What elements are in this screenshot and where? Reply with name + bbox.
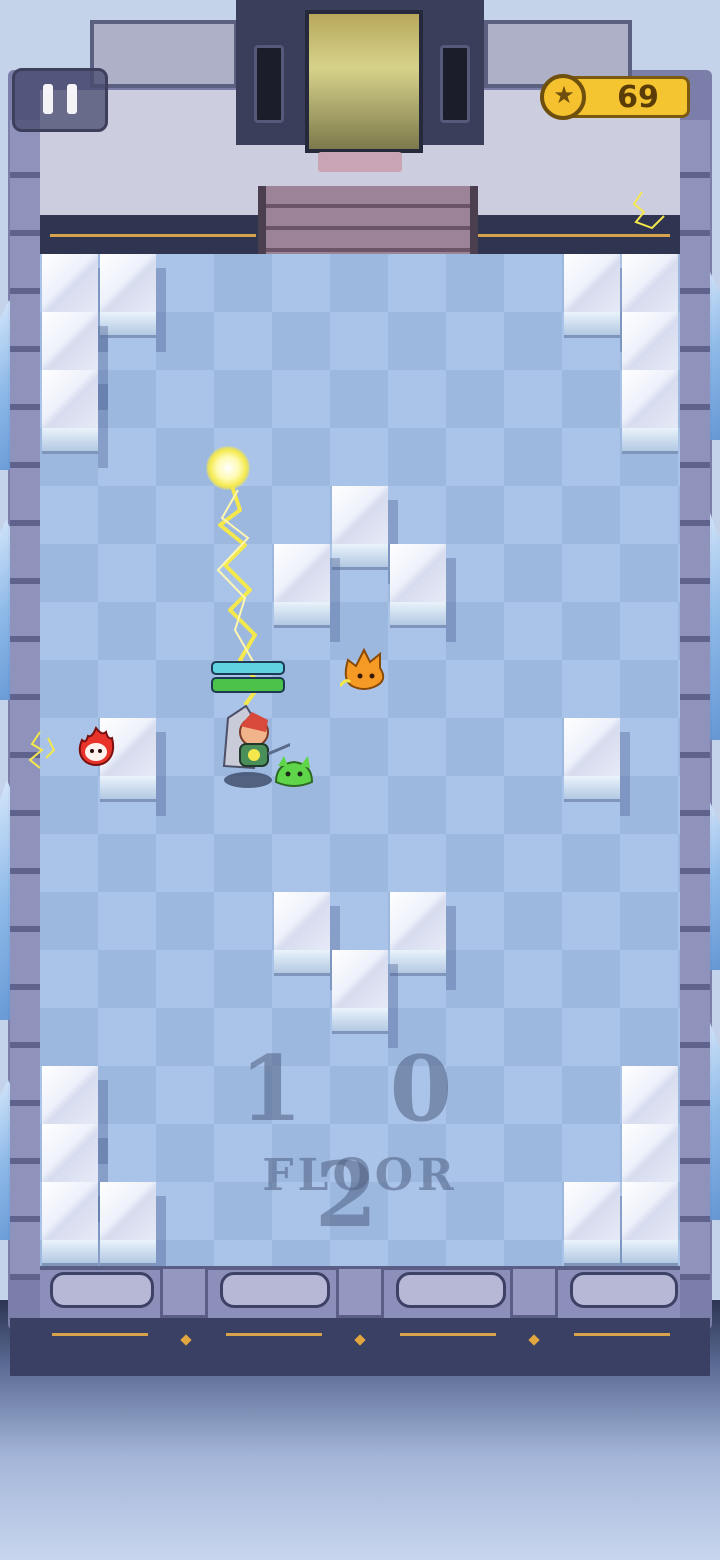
wall-slot xyxy=(220,1272,330,1308)
trim-line xyxy=(400,1333,496,1336)
trim-line xyxy=(574,1333,670,1336)
star-coin-icon: ★ xyxy=(540,74,586,120)
ice-block xyxy=(564,1182,630,1280)
health-bar xyxy=(211,677,285,693)
ice-block xyxy=(564,254,630,352)
shield-bar xyxy=(211,661,285,675)
ice-block xyxy=(622,370,678,454)
exit-door[interactable] xyxy=(305,10,423,153)
electric-spark xyxy=(28,731,56,769)
door-plate xyxy=(318,152,402,172)
stone-ledge xyxy=(90,20,238,88)
trim-line xyxy=(464,234,670,237)
floor-number: 1 0 2 xyxy=(239,1036,481,1248)
bottom-base xyxy=(10,1318,710,1376)
hero-status-bars xyxy=(211,661,285,693)
ice-block xyxy=(100,1182,166,1280)
wall-slot xyxy=(570,1272,678,1308)
wall-post xyxy=(510,1266,558,1318)
ice-block xyxy=(42,1182,108,1280)
ice-block xyxy=(100,254,166,352)
door-pillar-right xyxy=(440,45,470,123)
ice-block xyxy=(332,486,398,584)
energy-orb xyxy=(206,446,250,490)
right-wall xyxy=(680,120,710,1280)
ice-block xyxy=(390,544,456,642)
door-pillar-left xyxy=(254,45,284,123)
orange-fire-spirit-enemy xyxy=(340,647,385,690)
ice-block xyxy=(564,718,630,816)
wall-post xyxy=(160,1266,208,1318)
green-slime-pet xyxy=(274,756,314,787)
coin-counter: ★ 69 xyxy=(540,74,690,120)
ice-block xyxy=(274,892,340,990)
trim-line xyxy=(50,234,256,237)
ice-block xyxy=(622,1182,678,1266)
trim-line xyxy=(226,1333,322,1336)
left-wall xyxy=(10,120,40,1280)
red-fire-spirit-enemy xyxy=(78,725,115,766)
electric-spark xyxy=(632,191,665,230)
ice-block xyxy=(42,370,108,468)
coin-count: 69 xyxy=(617,80,659,115)
ice-block xyxy=(390,892,456,990)
trim-line xyxy=(52,1333,148,1336)
wall-slot xyxy=(396,1272,506,1308)
wall-post xyxy=(336,1266,384,1318)
wall-slot xyxy=(50,1272,154,1308)
pause-button[interactable] xyxy=(12,68,108,132)
floor-label: FLOOR xyxy=(262,1150,458,1201)
ice-block xyxy=(332,950,398,1048)
